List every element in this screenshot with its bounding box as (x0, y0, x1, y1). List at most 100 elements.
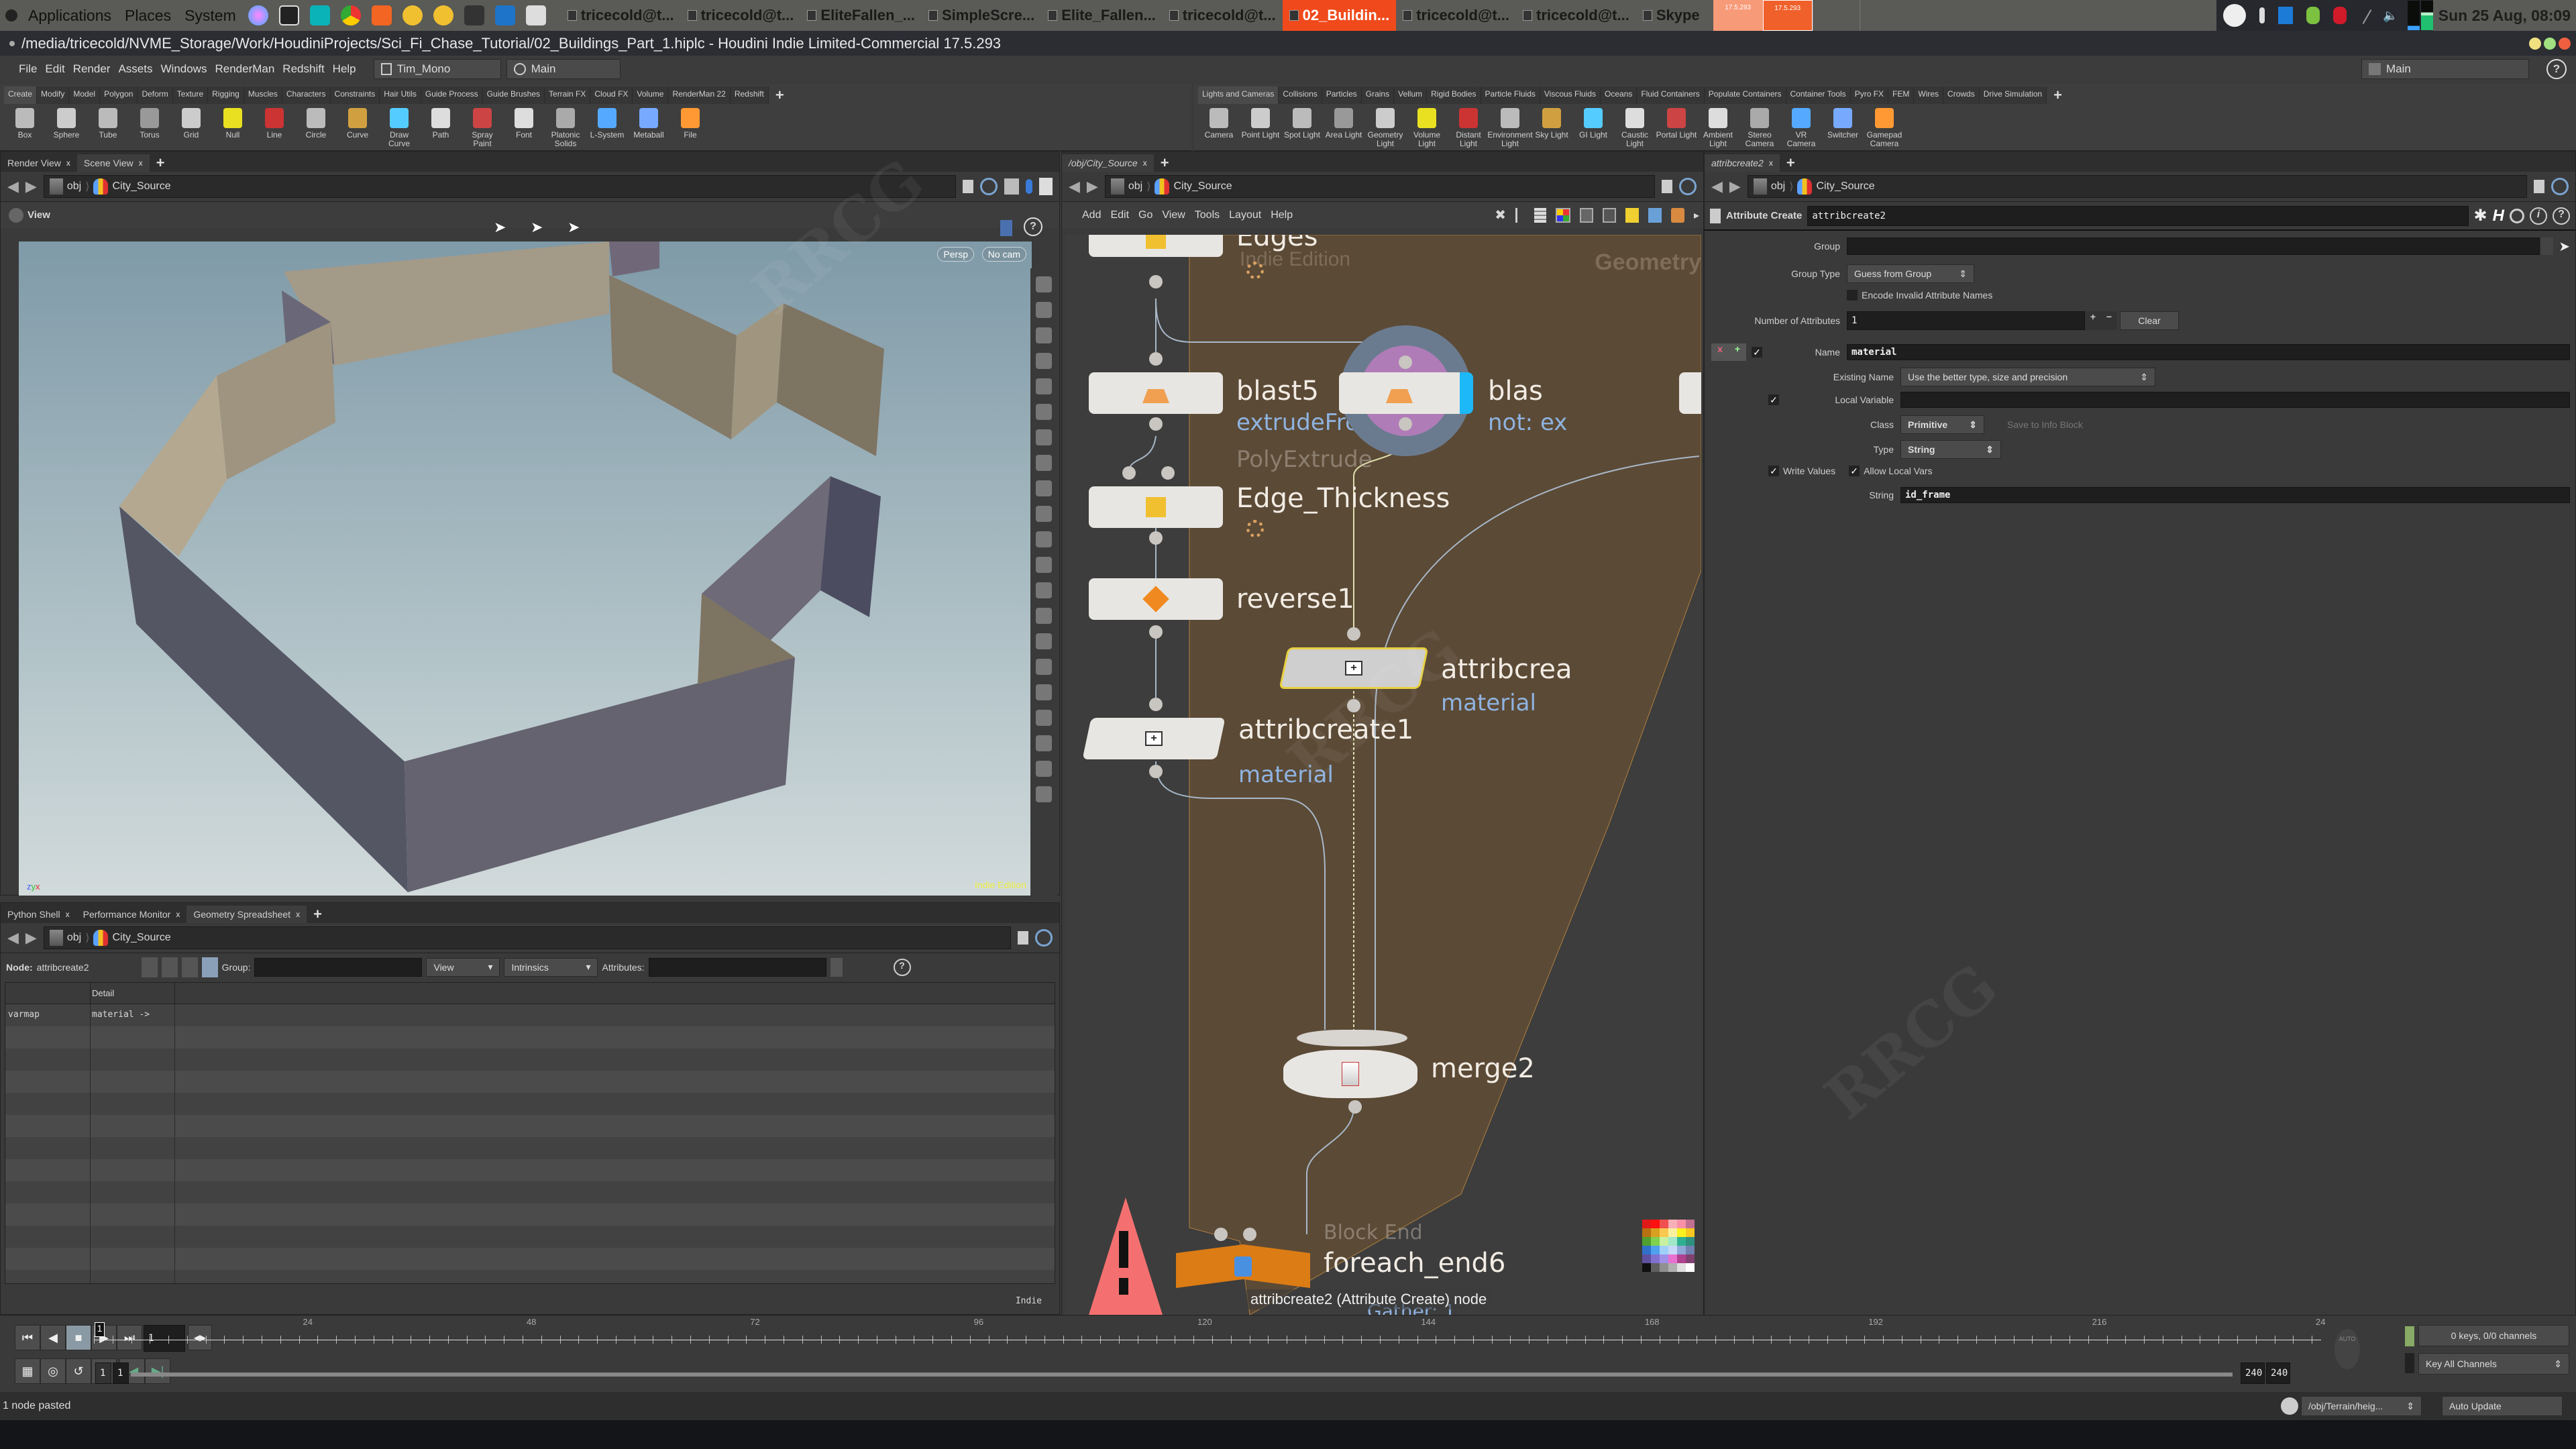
node-attribcreate1[interactable]: + (1082, 718, 1226, 759)
shelf-tool[interactable]: Area Light (1323, 104, 1364, 151)
palette-swatch[interactable] (1686, 1246, 1695, 1254)
taskbar-item[interactable]: Skype (1636, 0, 1707, 31)
audio-icon[interactable]: ◎ (40, 1358, 66, 1384)
shelf-tool[interactable]: Platonic Solids (545, 104, 586, 151)
palette-swatch[interactable] (1660, 1220, 1668, 1228)
shelf-tool[interactable]: Stereo Camera (1739, 104, 1780, 151)
palette-swatch[interactable] (1642, 1220, 1651, 1228)
back-arrow-icon[interactable]: ◀ (7, 178, 19, 195)
stop-button[interactable]: ■ (66, 1325, 91, 1350)
workspace-thumb-4[interactable] (1859, 0, 1907, 31)
houdini-icon[interactable] (371, 5, 392, 25)
add-tab-button[interactable]: + (1780, 154, 1802, 172)
gear-icon[interactable]: ✱ (2474, 206, 2487, 225)
tools-icon[interactable]: ✖ (1495, 207, 1506, 223)
shelf-tool[interactable]: Camera (1198, 104, 1240, 151)
net-menu-edit[interactable]: Edit (1110, 209, 1129, 221)
palette-swatch[interactable] (1642, 1263, 1651, 1272)
table-row[interactable]: varmap material -> (5, 1004, 1055, 1026)
shelf-tool[interactable]: Volume Light (1406, 104, 1448, 151)
palette-swatch[interactable] (1660, 1228, 1668, 1237)
intrinsics-menu[interactable]: Intrinsics ▾ (504, 957, 598, 977)
steam-tray-icon[interactable] (2223, 4, 2247, 27)
table-row[interactable] (5, 1159, 1055, 1181)
path-obj[interactable]: obj (67, 180, 81, 193)
node-offscreen[interactable] (1679, 372, 1701, 414)
palette-swatch[interactable] (1642, 1237, 1651, 1246)
back-arrow-icon[interactable]: ◀ (1069, 178, 1080, 195)
shelf-tab[interactable]: Vellum (1394, 87, 1428, 104)
teamviewer-icon[interactable] (2278, 7, 2294, 24)
os-menu-applications[interactable]: Applications (21, 7, 118, 25)
detail-mode-icon[interactable] (201, 957, 218, 977)
palette-swatch[interactable] (1686, 1228, 1695, 1237)
net-menu-go[interactable]: Go (1138, 209, 1152, 221)
play-reverse-button[interactable]: ◀ (40, 1325, 66, 1350)
palette-swatch[interactable] (1686, 1237, 1695, 1246)
palette-swatch[interactable] (1677, 1228, 1686, 1237)
context-path-menu[interactable]: /obj/Terrain/heig... ⇕ (2301, 1396, 2422, 1416)
path-city-source[interactable]: City_Source (1816, 180, 1874, 193)
point-normals-icon[interactable] (1036, 582, 1052, 598)
taskbar-item[interactable]: tricecold@t... (1396, 0, 1516, 31)
chrome-icon[interactable] (340, 5, 361, 25)
palette-swatch[interactable] (1651, 1254, 1660, 1263)
forward-arrow-icon[interactable]: ▶ (1087, 178, 1098, 195)
local-variable-field[interactable] (1900, 392, 2570, 408)
shelf-tab[interactable]: Texture (172, 87, 209, 104)
maya-icon[interactable] (309, 5, 330, 25)
table-row[interactable] (5, 1203, 1055, 1226)
info-icon[interactable]: i (2530, 207, 2547, 225)
taskbar-item[interactable]: Elite_Fallen... (1041, 0, 1163, 31)
net-menu-layout[interactable]: Layout (1229, 209, 1261, 221)
menu-help[interactable]: Help (329, 62, 360, 76)
column-header-detail[interactable]: Detail (91, 983, 175, 1004)
shelf-tab[interactable]: Particle Fluids (1481, 87, 1540, 104)
performance-icon[interactable] (2281, 1397, 2298, 1415)
shelf-tab[interactable]: Crowds (1943, 87, 1980, 104)
merge-input-bar[interactable] (1297, 1030, 1407, 1046)
help-icon[interactable]: ? (2553, 207, 2570, 225)
taskbar-item[interactable]: tricecold@t... (561, 0, 681, 31)
shelf-tool[interactable]: Box (4, 104, 46, 151)
shelf-tab[interactable]: Collisions (1279, 87, 1322, 104)
forward-arrow-icon[interactable]: ▶ (25, 929, 37, 947)
shelf-tab[interactable]: Populate Containers (1704, 87, 1786, 104)
shelf-tab[interactable]: Rigid Bodies (1427, 87, 1481, 104)
tab-performance-monitor[interactable]: Performance Monitor x (76, 906, 187, 923)
add-attribute-button[interactable]: + (2085, 311, 2101, 330)
close-button[interactable] (2559, 38, 2571, 50)
output-connector[interactable] (1399, 417, 1412, 431)
color-palette-icon[interactable] (1555, 207, 1570, 223)
range-end2-field[interactable]: 240 (2266, 1362, 2290, 1384)
select-geometry-icon[interactable]: ➤ (2559, 238, 2570, 255)
shelf-tab[interactable]: Rigging (208, 87, 244, 104)
table-row[interactable] (5, 1093, 1055, 1115)
points-icon[interactable] (1036, 557, 1052, 573)
auto-key-button[interactable]: AUTO (2334, 1329, 2360, 1369)
shelf-tool[interactable]: Curve (337, 104, 378, 151)
shelf-tool[interactable]: File (669, 104, 711, 151)
shelf-tool[interactable]: Draw Curve (378, 104, 420, 151)
grid-icon[interactable] (1036, 276, 1052, 292)
shelf-tool[interactable]: Circle (295, 104, 337, 151)
save-info-checkbox[interactable] (1992, 419, 2003, 430)
pane-menu-icon[interactable] (1039, 178, 1053, 195)
shelf-tab[interactable]: Terrain FX (545, 87, 591, 104)
view-menu[interactable]: View ▾ (426, 957, 500, 977)
texture-icon[interactable] (1036, 480, 1052, 496)
remove-attribute-button[interactable]: − (2101, 311, 2117, 330)
record-icon[interactable] (2333, 7, 2347, 24)
menu-assets[interactable]: Assets (114, 62, 156, 76)
node-blast-not[interactable] (1339, 372, 1473, 414)
taskbar-item[interactable]: SimpleScre... (922, 0, 1041, 31)
point-trails-icon[interactable] (1036, 608, 1052, 624)
taskbar-item[interactable]: tricecold@t... (1516, 0, 1636, 31)
taskbar-item[interactable]: tricecold@t... (681, 0, 801, 31)
close-tab-icon[interactable]: x (1769, 158, 1773, 168)
search-icon[interactable] (2510, 208, 2524, 223)
palette-swatch[interactable] (1668, 1246, 1677, 1254)
node-name-field[interactable]: attribcreate2 (1807, 205, 2469, 226)
output-connector[interactable] (1149, 275, 1163, 288)
shelf-tab[interactable]: Container Tools (1786, 87, 1851, 104)
